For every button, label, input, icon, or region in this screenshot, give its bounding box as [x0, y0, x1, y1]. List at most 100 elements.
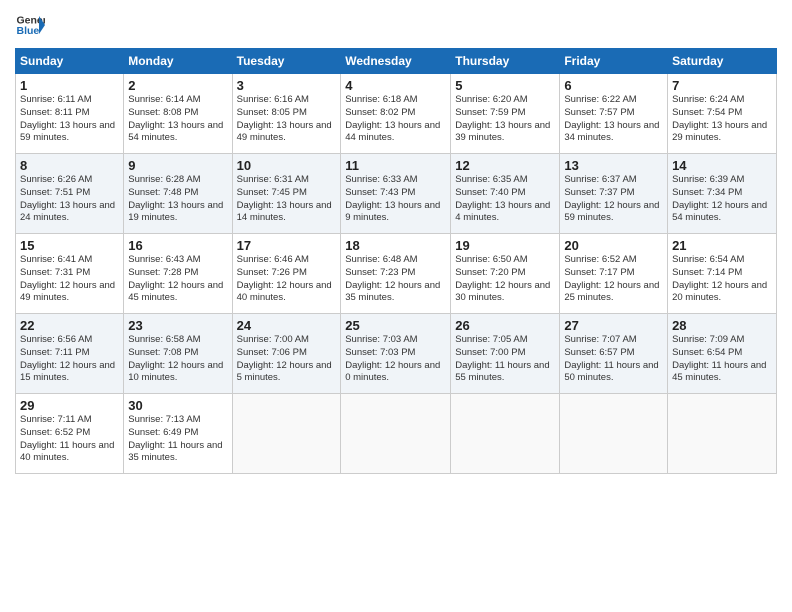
table-row: 15Sunrise: 6:41 AM Sunset: 7:31 PM Dayli… [16, 234, 124, 314]
day-info: Sunrise: 7:03 AM Sunset: 7:03 PM Dayligh… [345, 334, 446, 385]
table-row: 30Sunrise: 7:13 AM Sunset: 6:49 PM Dayli… [124, 394, 232, 474]
day-info: Sunrise: 6:14 AM Sunset: 8:08 PM Dayligh… [128, 94, 227, 145]
day-number: 14 [672, 158, 772, 173]
table-row [451, 394, 560, 474]
table-row: 23Sunrise: 6:58 AM Sunset: 7:08 PM Dayli… [124, 314, 232, 394]
week-row: 15Sunrise: 6:41 AM Sunset: 7:31 PM Dayli… [16, 234, 777, 314]
day-header-thursday: Thursday [451, 49, 560, 74]
table-row: 5Sunrise: 6:20 AM Sunset: 7:59 PM Daylig… [451, 74, 560, 154]
day-info: Sunrise: 6:20 AM Sunset: 7:59 PM Dayligh… [455, 94, 555, 145]
day-info: Sunrise: 6:46 AM Sunset: 7:26 PM Dayligh… [237, 254, 337, 305]
logo-icon: General Blue [15, 10, 45, 40]
table-row: 29Sunrise: 7:11 AM Sunset: 6:52 PM Dayli… [16, 394, 124, 474]
table-row: 28Sunrise: 7:09 AM Sunset: 6:54 PM Dayli… [668, 314, 777, 394]
day-number: 24 [237, 318, 337, 333]
header: General Blue [15, 10, 777, 40]
day-info: Sunrise: 6:48 AM Sunset: 7:23 PM Dayligh… [345, 254, 446, 305]
day-info: Sunrise: 6:39 AM Sunset: 7:34 PM Dayligh… [672, 174, 772, 225]
day-info: Sunrise: 7:13 AM Sunset: 6:49 PM Dayligh… [128, 414, 227, 465]
day-number: 29 [20, 398, 119, 413]
day-number: 10 [237, 158, 337, 173]
table-row [232, 394, 341, 474]
calendar-body: 1Sunrise: 6:11 AM Sunset: 8:11 PM Daylig… [16, 74, 777, 474]
table-row: 21Sunrise: 6:54 AM Sunset: 7:14 PM Dayli… [668, 234, 777, 314]
day-info: Sunrise: 7:11 AM Sunset: 6:52 PM Dayligh… [20, 414, 119, 465]
svg-text:Blue: Blue [17, 25, 40, 37]
table-row: 6Sunrise: 6:22 AM Sunset: 7:57 PM Daylig… [560, 74, 668, 154]
calendar-container: General Blue SundayMondayTuesdayWednesda… [0, 0, 792, 484]
day-number: 12 [455, 158, 555, 173]
day-info: Sunrise: 6:35 AM Sunset: 7:40 PM Dayligh… [455, 174, 555, 225]
table-row [560, 394, 668, 474]
day-number: 5 [455, 78, 555, 93]
header-row: SundayMondayTuesdayWednesdayThursdayFrid… [16, 49, 777, 74]
day-number: 9 [128, 158, 227, 173]
day-info: Sunrise: 6:33 AM Sunset: 7:43 PM Dayligh… [345, 174, 446, 225]
day-number: 6 [564, 78, 663, 93]
day-info: Sunrise: 7:05 AM Sunset: 7:00 PM Dayligh… [455, 334, 555, 385]
day-header-monday: Monday [124, 49, 232, 74]
table-row: 22Sunrise: 6:56 AM Sunset: 7:11 PM Dayli… [16, 314, 124, 394]
day-number: 27 [564, 318, 663, 333]
week-row: 29Sunrise: 7:11 AM Sunset: 6:52 PM Dayli… [16, 394, 777, 474]
day-number: 28 [672, 318, 772, 333]
day-info: Sunrise: 6:43 AM Sunset: 7:28 PM Dayligh… [128, 254, 227, 305]
day-number: 19 [455, 238, 555, 253]
table-row: 25Sunrise: 7:03 AM Sunset: 7:03 PM Dayli… [341, 314, 451, 394]
day-number: 30 [128, 398, 227, 413]
day-info: Sunrise: 6:16 AM Sunset: 8:05 PM Dayligh… [237, 94, 337, 145]
day-info: Sunrise: 6:50 AM Sunset: 7:20 PM Dayligh… [455, 254, 555, 305]
table-row: 9Sunrise: 6:28 AM Sunset: 7:48 PM Daylig… [124, 154, 232, 234]
logo: General Blue [15, 10, 45, 40]
day-info: Sunrise: 6:54 AM Sunset: 7:14 PM Dayligh… [672, 254, 772, 305]
day-number: 23 [128, 318, 227, 333]
week-row: 22Sunrise: 6:56 AM Sunset: 7:11 PM Dayli… [16, 314, 777, 394]
day-number: 22 [20, 318, 119, 333]
day-info: Sunrise: 7:09 AM Sunset: 6:54 PM Dayligh… [672, 334, 772, 385]
day-number: 3 [237, 78, 337, 93]
day-number: 17 [237, 238, 337, 253]
table-row: 27Sunrise: 7:07 AM Sunset: 6:57 PM Dayli… [560, 314, 668, 394]
day-number: 7 [672, 78, 772, 93]
day-number: 26 [455, 318, 555, 333]
day-info: Sunrise: 6:22 AM Sunset: 7:57 PM Dayligh… [564, 94, 663, 145]
table-row: 2Sunrise: 6:14 AM Sunset: 8:08 PM Daylig… [124, 74, 232, 154]
day-info: Sunrise: 6:28 AM Sunset: 7:48 PM Dayligh… [128, 174, 227, 225]
table-row: 12Sunrise: 6:35 AM Sunset: 7:40 PM Dayli… [451, 154, 560, 234]
table-row: 3Sunrise: 6:16 AM Sunset: 8:05 PM Daylig… [232, 74, 341, 154]
day-info: Sunrise: 7:00 AM Sunset: 7:06 PM Dayligh… [237, 334, 337, 385]
table-row [668, 394, 777, 474]
table-row: 18Sunrise: 6:48 AM Sunset: 7:23 PM Dayli… [341, 234, 451, 314]
table-row: 16Sunrise: 6:43 AM Sunset: 7:28 PM Dayli… [124, 234, 232, 314]
calendar-table: SundayMondayTuesdayWednesdayThursdayFrid… [15, 48, 777, 474]
day-info: Sunrise: 6:52 AM Sunset: 7:17 PM Dayligh… [564, 254, 663, 305]
day-info: Sunrise: 6:58 AM Sunset: 7:08 PM Dayligh… [128, 334, 227, 385]
day-number: 15 [20, 238, 119, 253]
day-number: 18 [345, 238, 446, 253]
day-number: 20 [564, 238, 663, 253]
table-row: 10Sunrise: 6:31 AM Sunset: 7:45 PM Dayli… [232, 154, 341, 234]
day-info: Sunrise: 6:41 AM Sunset: 7:31 PM Dayligh… [20, 254, 119, 305]
day-info: Sunrise: 6:37 AM Sunset: 7:37 PM Dayligh… [564, 174, 663, 225]
calendar-header: SundayMondayTuesdayWednesdayThursdayFrid… [16, 49, 777, 74]
day-number: 25 [345, 318, 446, 333]
table-row: 19Sunrise: 6:50 AM Sunset: 7:20 PM Dayli… [451, 234, 560, 314]
day-info: Sunrise: 6:56 AM Sunset: 7:11 PM Dayligh… [20, 334, 119, 385]
table-row: 20Sunrise: 6:52 AM Sunset: 7:17 PM Dayli… [560, 234, 668, 314]
day-info: Sunrise: 6:26 AM Sunset: 7:51 PM Dayligh… [20, 174, 119, 225]
day-info: Sunrise: 6:31 AM Sunset: 7:45 PM Dayligh… [237, 174, 337, 225]
table-row: 4Sunrise: 6:18 AM Sunset: 8:02 PM Daylig… [341, 74, 451, 154]
day-number: 21 [672, 238, 772, 253]
table-row: 1Sunrise: 6:11 AM Sunset: 8:11 PM Daylig… [16, 74, 124, 154]
table-row: 14Sunrise: 6:39 AM Sunset: 7:34 PM Dayli… [668, 154, 777, 234]
table-row [341, 394, 451, 474]
table-row: 17Sunrise: 6:46 AM Sunset: 7:26 PM Dayli… [232, 234, 341, 314]
day-header-tuesday: Tuesday [232, 49, 341, 74]
day-header-friday: Friday [560, 49, 668, 74]
day-number: 13 [564, 158, 663, 173]
day-info: Sunrise: 6:11 AM Sunset: 8:11 PM Dayligh… [20, 94, 119, 145]
day-number: 8 [20, 158, 119, 173]
day-info: Sunrise: 6:24 AM Sunset: 7:54 PM Dayligh… [672, 94, 772, 145]
day-number: 1 [20, 78, 119, 93]
table-row: 13Sunrise: 6:37 AM Sunset: 7:37 PM Dayli… [560, 154, 668, 234]
